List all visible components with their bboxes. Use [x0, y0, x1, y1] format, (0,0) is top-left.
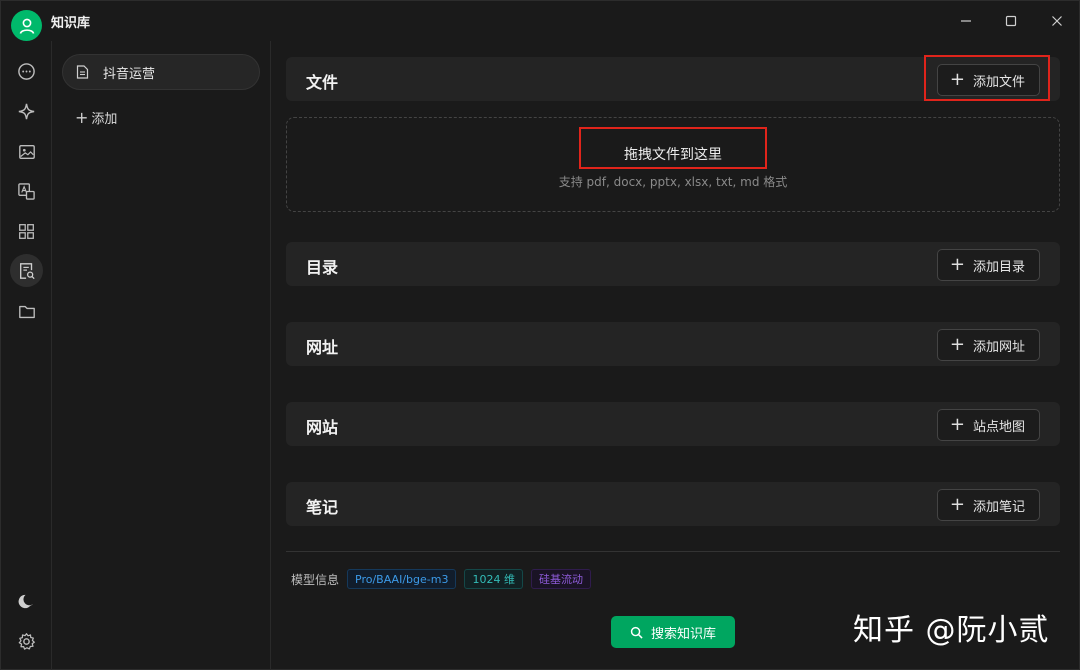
sitemap-label: 站点地图	[972, 419, 1025, 435]
model-tag-dimension: 1024 维	[464, 569, 523, 589]
plus-icon: +	[949, 334, 965, 355]
divider	[286, 551, 1060, 552]
apps-icon	[19, 224, 34, 239]
section-file-title: 文件	[306, 73, 339, 92]
plus-icon: +	[949, 414, 965, 435]
rail-apps[interactable]	[10, 215, 43, 248]
plus-icon: +	[949, 254, 965, 275]
plus-icon: +	[75, 108, 89, 127]
add-kb-button[interactable]: + 添加	[75, 108, 117, 127]
knowledge-search-icon	[19, 262, 35, 279]
search-knowledge-label: 搜索知识库	[650, 626, 716, 642]
add-note-button[interactable]: + 添加笔记	[936, 489, 1040, 521]
model-tag-name: Pro/BAAI/bge-m3	[347, 569, 457, 589]
rail-chat[interactable]	[10, 55, 43, 88]
title-bar: 知识库	[1, 1, 1080, 41]
nav-rail	[1, 41, 52, 670]
section-url-title: 网址	[306, 338, 339, 357]
rail-theme[interactable]	[10, 585, 43, 618]
rail-settings[interactable]	[10, 625, 43, 658]
plus-icon: +	[949, 494, 965, 515]
highlight-dropzone-title	[579, 127, 767, 169]
app-window: 知识库 抖音运营 + 添加 文件 + 添加文件 拖拽文件到这里 支持 pdf, …	[0, 0, 1080, 670]
section-directory: 目录 + 添加目录	[286, 242, 1060, 286]
add-directory-button[interactable]: + 添加目录	[936, 249, 1040, 281]
rail-image[interactable]	[10, 135, 43, 168]
image-icon	[18, 144, 35, 159]
rail-assistant[interactable]	[10, 95, 43, 128]
document-icon	[76, 65, 89, 79]
section-url: 网址 + 添加网址	[286, 322, 1060, 366]
close-icon	[1052, 16, 1062, 26]
highlight-add-file	[924, 55, 1050, 101]
section-website: 网站 + 站点地图	[286, 402, 1060, 446]
add-url-label: 添加网址	[972, 339, 1025, 355]
maximize-button[interactable]	[996, 9, 1026, 33]
app-title: 知识库	[51, 16, 91, 31]
kb-item-label: 抖音运营	[103, 66, 156, 82]
sitemap-button[interactable]: + 站点地图	[936, 409, 1040, 441]
add-directory-label: 添加目录	[972, 259, 1025, 275]
watermark: 知乎 @阮小贰	[853, 613, 1050, 648]
section-directory-title: 目录	[306, 258, 339, 277]
rail-translate[interactable]	[10, 175, 43, 208]
user-icon	[19, 18, 34, 34]
sparkle-icon	[18, 103, 35, 120]
translate-icon	[18, 183, 35, 200]
search-icon	[630, 626, 643, 639]
maximize-icon	[1005, 15, 1017, 27]
gear-icon	[18, 633, 35, 650]
add-url-button[interactable]: + 添加网址	[936, 329, 1040, 361]
add-note-label: 添加笔记	[972, 499, 1025, 515]
model-info: 模型信息 Pro/BAAI/bge-m3 1024 维 硅基流动	[291, 569, 591, 589]
minimize-button[interactable]	[951, 9, 981, 33]
rail-knowledge[interactable]	[10, 254, 43, 287]
dropzone-subtitle: 支持 pdf, docx, pptx, xlsx, txt, md 格式	[558, 175, 788, 189]
section-note-title: 笔记	[306, 498, 339, 517]
section-note: 笔记 + 添加笔记	[286, 482, 1060, 526]
moon-icon	[18, 594, 34, 609]
add-kb-label: 添加	[91, 112, 118, 127]
model-info-label: 模型信息	[291, 572, 340, 587]
folder-icon	[18, 305, 35, 318]
close-button[interactable]	[1042, 9, 1072, 33]
search-knowledge-button[interactable]: 搜索知识库	[611, 616, 735, 648]
chat-icon	[18, 63, 35, 80]
avatar[interactable]	[11, 10, 42, 41]
kb-item-douyin[interactable]: 抖音运营	[62, 54, 260, 90]
knowledge-base-list: 抖音运营 + 添加	[52, 41, 271, 670]
model-tag-provider: 硅基流动	[530, 569, 591, 589]
minimize-icon	[961, 20, 971, 22]
rail-files[interactable]	[10, 295, 43, 328]
section-website-title: 网站	[306, 418, 339, 437]
